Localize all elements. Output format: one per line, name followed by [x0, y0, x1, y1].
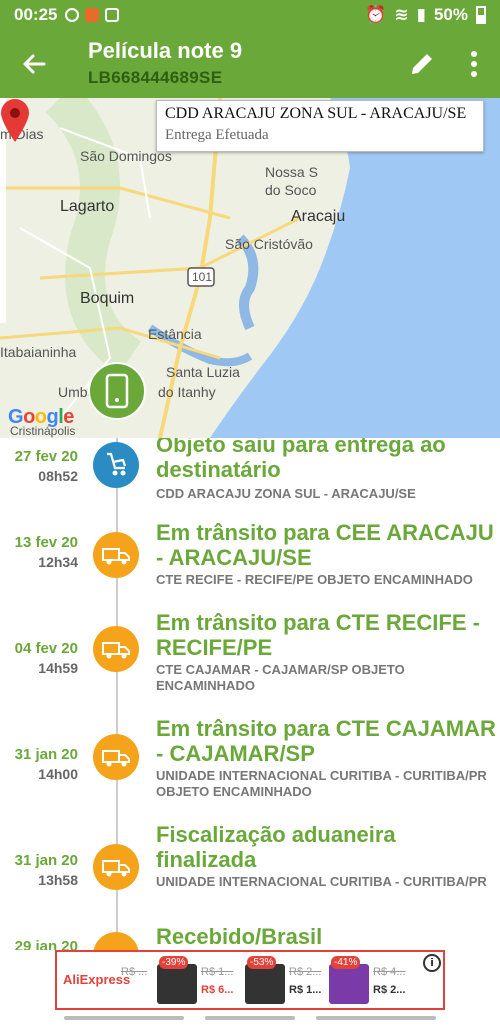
map-view[interactable]: m Dias São Domingos Lagarto Nossa S do S…: [0, 98, 500, 438]
signal-icon: ▮: [416, 5, 426, 24]
screen: 00:25 ⏰ ≋ ▮ 50% Película note 9 LB668444…: [0, 0, 500, 1028]
product-thumbnail: [245, 964, 285, 1004]
timeline-event[interactable]: 31 jan 20 13h58 Fiscalização aduaneira f…: [0, 822, 500, 936]
map-label-itanhy: do Itanhy: [158, 384, 216, 400]
status-right: ⏰ ≋ ▮ 50%: [365, 5, 486, 25]
map-label-lagarto: Lagarto: [60, 198, 115, 215]
wifi-icon: ≋: [394, 5, 409, 24]
map-label-aracaju: Aracaju: [291, 208, 346, 225]
ad-banner[interactable]: AliExpress R$ ... -39% R$ 1... R$ 6... -…: [55, 950, 445, 1010]
event-detail: CDD ARACAJU ZONA SUL - ARACAJU/SE: [156, 486, 416, 501]
truck-icon: [93, 844, 139, 890]
event-time: 08h52: [38, 468, 78, 484]
event-title: Recebido/Brasil: [156, 924, 323, 949]
map-label-estancia: Estância: [148, 326, 202, 342]
event-date: 31 jan 20: [14, 746, 78, 763]
delivery-cart-icon: [93, 442, 139, 488]
map-label-sao-cristovao: São Cristóvão: [225, 236, 313, 252]
event-time: 13h58: [38, 872, 78, 888]
event-title: Em trânsito para CTE CAJAMAR - CAJAMAR/S…: [156, 716, 496, 766]
ad-product[interactable]: R$ ...: [119, 956, 153, 1008]
event-title: Objeto saiu para entrega ao destinatário: [156, 438, 446, 482]
event-time: 14h59: [38, 660, 78, 676]
timeline-event[interactable]: 29 jan 20 Recebido/Brasil: [0, 924, 500, 950]
discount-badge: -39%: [159, 956, 189, 969]
event-detail: UNIDADE INTERNACIONAL CURITIBA - CURITIB…: [156, 768, 487, 799]
battery-percent: 50%: [433, 5, 468, 24]
event-title: Fiscalização aduaneira finalizada: [156, 822, 396, 872]
event-date: 27 fev 20: [14, 448, 78, 465]
nav-hint: [64, 1016, 184, 1020]
edit-pencil-icon[interactable]: [408, 50, 436, 78]
event-title: Em trânsito para CEE ARACAJU - ARACAJU/S…: [156, 520, 494, 570]
discount-badge: -53%: [247, 956, 277, 969]
ad-product[interactable]: -41% R$ 4... R$ 2...: [329, 956, 417, 1008]
nav-hint: [205, 1016, 295, 1020]
event-time: 14h00: [38, 766, 78, 782]
google-logo: Google: [8, 406, 74, 428]
ad-product[interactable]: -53% R$ 2... R$ 1...: [245, 956, 333, 1008]
event-date: 04 fev 20: [14, 640, 78, 657]
product-thumbnail: [329, 964, 369, 1004]
map-label-nossa-2: do Soco: [265, 182, 317, 198]
nav-hint: [316, 1016, 436, 1020]
map-road-101: 101: [192, 270, 213, 284]
event-date: 31 jan 20: [14, 852, 78, 869]
truck-icon: [93, 734, 139, 780]
truck-icon: [93, 532, 139, 578]
product-thumbnail: [157, 964, 197, 1004]
event-date: 29 jan 20: [14, 938, 78, 950]
map-label-itabaianinha: Itabaianinha: [0, 344, 77, 360]
event-detail: CTE RECIFE - RECIFE/PE OBJETO ENCAMINHAD…: [156, 572, 473, 587]
map-pin-icon[interactable]: [0, 98, 30, 142]
event-detail: UNIDADE INTERNACIONAL CURITIBA - CURITIB…: [156, 874, 487, 889]
map-info-callout[interactable]: CDD ARACAJU ZONA SUL - ARACAJU/SE Entreg…: [156, 100, 484, 152]
battery-icon: [476, 6, 486, 24]
device-badge: [88, 362, 146, 420]
alarm-icon: ⏰: [365, 5, 387, 24]
map-label-santa-luzia: Santa Luzia: [166, 364, 240, 380]
timeline-event[interactable]: 27 fev 20 08h52 Objeto saiu para entrega…: [0, 438, 500, 522]
truck-icon: [93, 626, 139, 672]
tracking-code: LB668444689SE: [88, 68, 223, 87]
status-time: 00:25: [14, 5, 58, 24]
back-arrow-icon[interactable]: [18, 48, 50, 80]
more-vert-icon[interactable]: [464, 48, 484, 80]
event-date: 13 fev 20: [14, 534, 78, 551]
map-label-boquim: Boquim: [80, 290, 135, 307]
callout-title: CDD ARACAJU ZONA SUL - ARACAJU/SE: [165, 105, 467, 122]
map-label-nossa-1: Nossa S: [265, 164, 318, 180]
event-title: Em trânsito para CTE RECIFE - RECIFE/PE: [156, 610, 480, 660]
notification-check-icon: [105, 8, 120, 22]
discount-badge: -41%: [331, 956, 361, 969]
ad-info-icon[interactable]: i: [423, 954, 441, 972]
notification-app-icon: [85, 8, 100, 22]
app-bar: Película note 9 LB668444689SE: [0, 30, 500, 98]
callout-status: Entrega Efetuada: [165, 127, 269, 143]
event-detail: CTE CAJAMAR - CAJAMAR/SP OBJETO ENCAMINH…: [156, 662, 405, 693]
smartphone-icon: [105, 373, 129, 409]
ad-product[interactable]: -39% R$ 1... R$ 6...: [157, 956, 245, 1008]
tracking-timeline[interactable]: 27 fev 20 08h52 Objeto saiu para entrega…: [0, 438, 500, 950]
page-title: Película note 9: [88, 38, 243, 63]
event-time: 12h34: [38, 554, 78, 570]
status-app-icon: [65, 8, 80, 22]
status-bar: 00:25 ⏰ ≋ ▮ 50%: [0, 0, 500, 30]
